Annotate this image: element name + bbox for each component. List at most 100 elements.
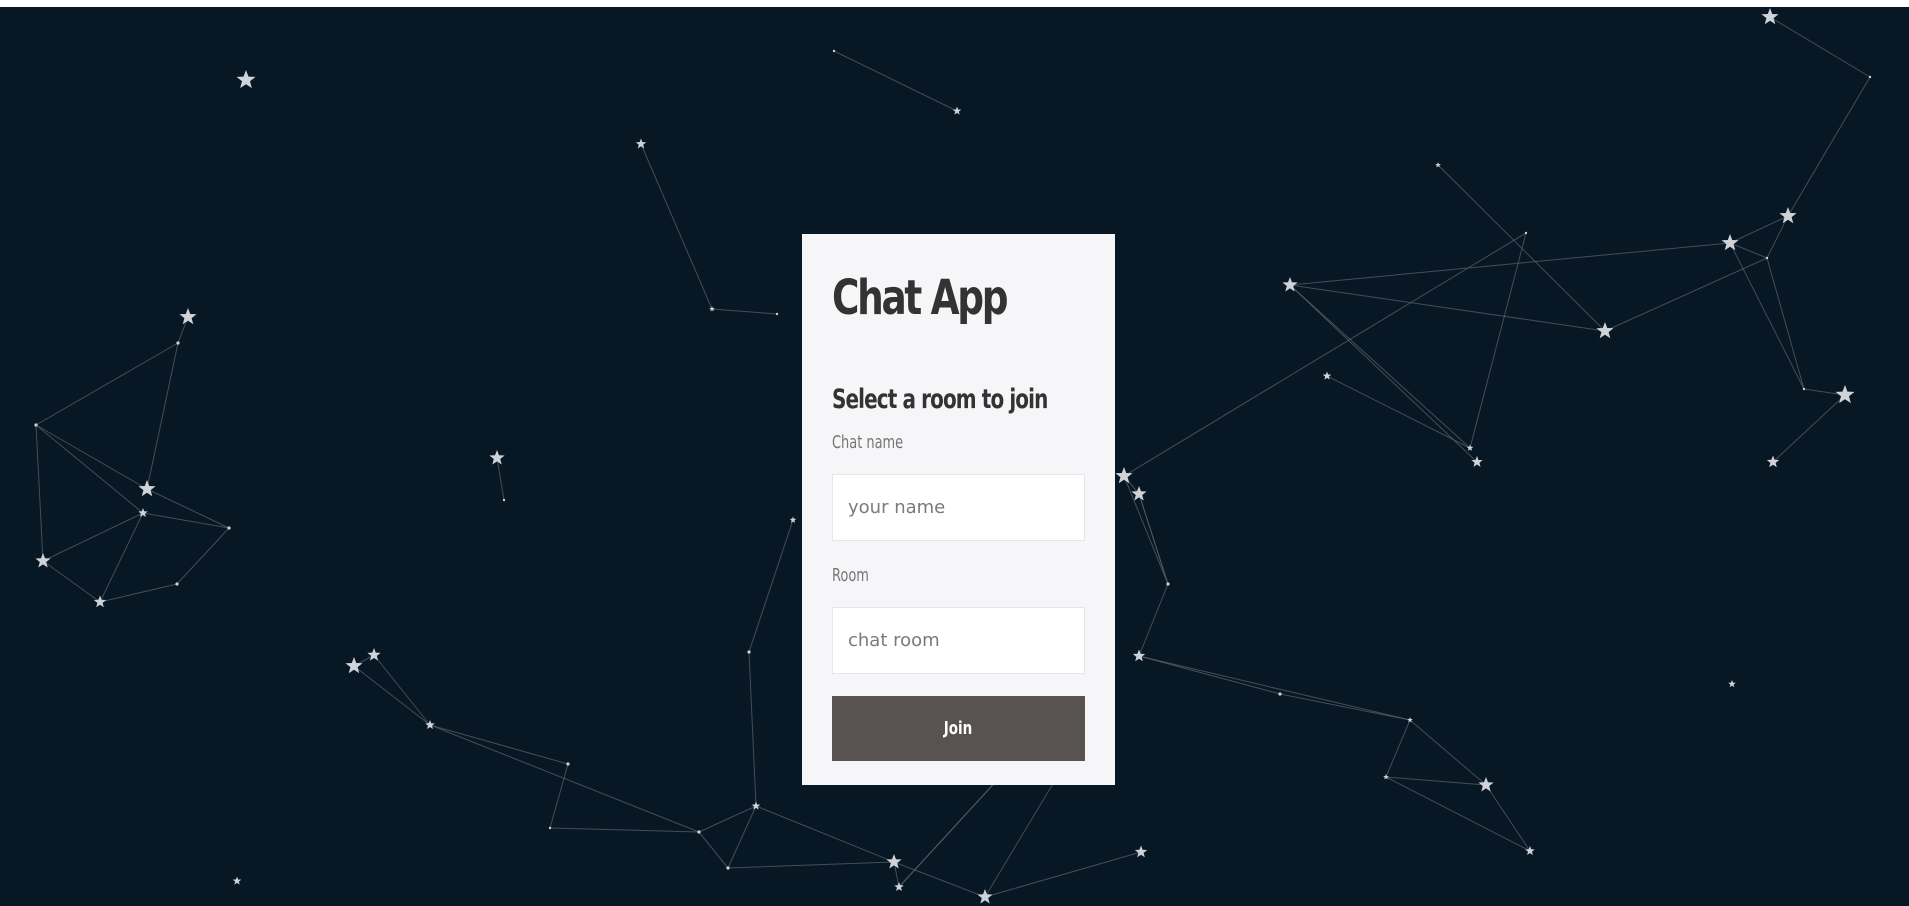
constellation-link [1138, 493, 1169, 585]
constellation-link [698, 805, 757, 833]
star-icon [232, 876, 242, 885]
constellation-link [429, 724, 569, 765]
constellation-link [99, 583, 178, 603]
constellation-link [1289, 284, 1478, 463]
star-icon [697, 830, 701, 834]
constellation-link [898, 776, 1001, 888]
join-button-label: Join [944, 718, 973, 739]
star-icon [489, 450, 505, 465]
star-icon [227, 526, 231, 530]
constellation-link [1289, 284, 1606, 332]
constellation-link [146, 342, 179, 490]
constellation-link [35, 424, 44, 562]
star-icon [886, 854, 902, 869]
constellation-link [1385, 776, 1487, 786]
star-icon [93, 595, 107, 608]
constellation-link [1437, 164, 1606, 332]
constellation-link [1409, 719, 1487, 786]
star-icon [1115, 467, 1133, 484]
star-icon [175, 582, 179, 586]
star-icon [1478, 777, 1494, 792]
constellation-link [640, 143, 713, 310]
star-icon [1166, 582, 1170, 586]
constellation-background: Chat App Select a room to join Chat name… [0, 7, 1909, 906]
constellation-link [1123, 232, 1527, 477]
star-icon [1868, 75, 1872, 79]
join-button[interactable]: Join [832, 696, 1085, 761]
star-icon [236, 70, 256, 89]
constellation-link [142, 512, 230, 529]
constellation-link [146, 488, 230, 529]
constellation-link [1138, 655, 1281, 695]
constellation-link [176, 527, 230, 585]
star-icon [1766, 455, 1780, 468]
constellation-link [1729, 242, 1768, 259]
chat-name-input[interactable] [832, 474, 1085, 541]
constellation-link [748, 651, 757, 807]
join-room-heading: Select a room to join [832, 384, 1048, 415]
join-room-card: Chat App Select a room to join Chat name… [802, 234, 1115, 785]
star-icon [1132, 649, 1146, 662]
constellation-link [496, 457, 505, 501]
star-icon [138, 480, 156, 497]
star-icon [1322, 371, 1332, 380]
constellation-link [711, 308, 778, 315]
star-icon [1134, 845, 1148, 858]
constellation-link [35, 424, 144, 514]
constellation-link [893, 861, 986, 898]
constellation-link [1766, 257, 1805, 390]
constellation-link [1729, 215, 1789, 244]
constellation-link [755, 805, 895, 863]
star-icon [548, 826, 552, 830]
star-icon [367, 648, 381, 661]
constellation-link [1138, 583, 1169, 657]
star-icon [34, 423, 38, 427]
constellation-link [549, 827, 700, 833]
star-icon [832, 49, 836, 53]
star-icon [1525, 846, 1535, 856]
constellation-link [1123, 475, 1169, 585]
star-icon [566, 762, 570, 766]
app-title: Chat App [832, 270, 1009, 326]
constellation-link [698, 831, 729, 869]
constellation-link [373, 654, 431, 726]
constellation-link [1729, 242, 1805, 390]
constellation-link [1289, 284, 1471, 449]
constellation-link [727, 861, 895, 869]
star-icon [789, 516, 797, 523]
star-icon [1383, 774, 1389, 780]
star-icon [726, 866, 730, 870]
star-icon [1835, 385, 1855, 404]
star-icon [179, 308, 197, 325]
constellation-link [1485, 784, 1531, 852]
constellation-link [1772, 394, 1846, 463]
constellation-link [1385, 719, 1411, 778]
constellation-link [1326, 375, 1471, 449]
star-icon [1524, 231, 1528, 235]
constellation-link [833, 50, 958, 112]
constellation-link [1279, 693, 1411, 721]
constellation-link [42, 512, 144, 562]
constellation-link [1289, 242, 1731, 286]
constellation-link [1766, 215, 1789, 259]
room-input[interactable] [832, 607, 1085, 674]
constellation-link [748, 519, 794, 653]
room-label: Room [832, 565, 869, 586]
constellation-link [35, 342, 179, 426]
constellation-link [1769, 16, 1871, 78]
star-icon [635, 138, 647, 149]
star-icon [1728, 680, 1736, 688]
chat-name-label: Chat name [832, 432, 904, 453]
star-icon [138, 508, 148, 518]
constellation-link [353, 665, 431, 726]
star-icon [1779, 207, 1797, 224]
star-icon [1278, 692, 1282, 696]
star-icon [747, 650, 751, 654]
constellation-link [99, 512, 144, 603]
constellation-link [727, 805, 757, 869]
star-icon [709, 306, 715, 312]
star-icon [952, 106, 962, 115]
constellation-link [1385, 776, 1531, 852]
star-icon [176, 341, 180, 345]
star-icon [1765, 256, 1769, 260]
